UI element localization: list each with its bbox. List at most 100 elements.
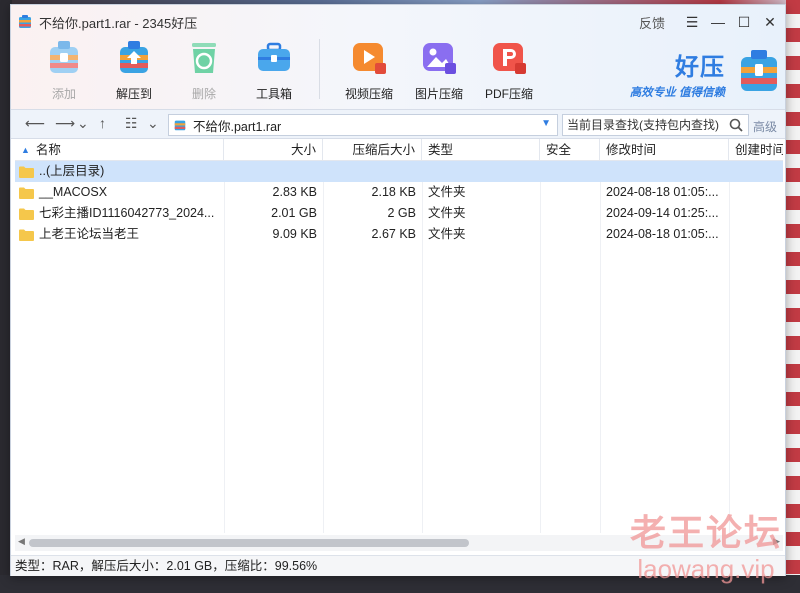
cell-security [540, 203, 600, 224]
cell-name-text: __MACOSX [39, 185, 108, 199]
add-button-label: 添加 [51, 87, 76, 101]
close-icon[interactable]: ✕ [757, 11, 783, 33]
search-icon[interactable] [728, 117, 744, 133]
toolbar-separator [319, 39, 320, 99]
file-row[interactable]: __MACOSX 2.83 KB 2.18 KB 文件夹 2024-08-18 01:0… [15, 182, 783, 203]
pdf-compress-button-label: PDF压缩 [484, 87, 533, 101]
cell-packed-size: 2 GB [323, 203, 422, 224]
window-header: 不给你.part1.rar - 2345好压 反馈 ☰ — ☐ ✕ 添加 解压到… [11, 5, 785, 109]
cell-packed-size: 2.67 KB [323, 224, 422, 245]
column-header-type[interactable]: 类型 [422, 139, 540, 161]
cell-modified [600, 161, 729, 182]
column-header-name-label: 名称 [35, 143, 61, 157]
view-chevron-icon[interactable]: ⌄ [147, 115, 159, 132]
sort-ascending-icon: ▲ [21, 145, 30, 155]
advanced-search-link[interactable]: 高级 [753, 118, 777, 135]
file-row[interactable]: 上老王论坛当老王 9.09 KB 2.67 KB 文件夹 2024-08-18 01:0… [15, 224, 783, 245]
cell-type-text: 文件夹 [428, 185, 466, 199]
column-header-name[interactable]: ▲ 名称 [15, 139, 224, 161]
cell-created [729, 224, 783, 245]
minimize-icon[interactable]: — [705, 11, 731, 33]
cell-created [729, 182, 783, 203]
scrollbar-thumb[interactable] [29, 539, 469, 547]
brand-name: 好压 [675, 54, 725, 81]
history-chevron-icon[interactable]: ⌄ [77, 115, 89, 132]
column-header-size[interactable]: 大小 [224, 139, 323, 161]
cell-created [729, 161, 783, 182]
path-text: 不给你.part1.rar [193, 119, 282, 134]
scroll-left-arrow-icon[interactable]: ◀ [18, 536, 25, 547]
search-field[interactable] [562, 114, 749, 136]
image-compress-icon [423, 43, 456, 74]
delete-button[interactable]: 删除 [169, 37, 239, 105]
pdf-compress-icon [493, 43, 526, 74]
cell-type: 文件夹 [422, 224, 540, 245]
cell-size [224, 161, 323, 182]
cell-name: 上老王论坛当老王 [15, 224, 224, 245]
cell-modified: 2024-09-14 01:25:... [600, 203, 729, 224]
path-dropdown-icon[interactable]: ▼ [541, 118, 551, 129]
maximize-icon[interactable]: ☐ [731, 11, 757, 33]
cell-modified-text: 2024-08-18 01:05:... [606, 227, 719, 241]
recycle-icon [192, 43, 216, 73]
forward-arrow-icon[interactable]: ⟶ [55, 115, 75, 132]
cell-size-text: 2.83 KB [272, 185, 317, 199]
address-bar: ⟵ ⟶ ⌄ ↑ ☷ ⌄ 不给你.part1.rar ▼ 高级 [11, 109, 785, 139]
cell-created [729, 203, 783, 224]
cell-packed-size-text: 2 GB [387, 206, 417, 220]
archive-window: 不给你.part1.rar - 2345好压 反馈 ☰ — ☐ ✕ 添加 解压到… [10, 4, 786, 576]
cell-modified-text: 2024-08-18 01:05:... [606, 185, 719, 199]
app-archive-icon [19, 15, 31, 28]
path-field[interactable]: 不给你.part1.rar ▼ [168, 114, 558, 136]
folder-icon [19, 229, 34, 241]
column-header-packed-size[interactable]: 压缩后大小 [323, 139, 422, 161]
image-compress-button-label: 图片压缩 [414, 87, 463, 101]
menu-icon[interactable]: ☰ [679, 11, 705, 33]
cell-name-text: 七彩主播ID1116042773_2024... [39, 206, 215, 220]
cell-type: 文件夹 [422, 182, 540, 203]
view-mode-icon[interactable]: ☷ [125, 115, 138, 132]
column-header-modified[interactable]: 修改时间 [600, 139, 729, 161]
cell-type-text: 文件夹 [428, 206, 466, 220]
cell-packed-size: 2.18 KB [323, 182, 422, 203]
extract-to-button[interactable]: 解压到 [99, 37, 169, 105]
column-header-created[interactable]: 创建时间 [729, 139, 783, 161]
cell-size: 2.83 KB [224, 182, 323, 203]
cell-packed-size [323, 161, 422, 182]
back-arrow-icon[interactable]: ⟵ [25, 115, 45, 132]
video-compress-button-label: 视频压缩 [344, 87, 393, 101]
toolbox-icon [258, 42, 290, 71]
add-button[interactable]: 添加 [29, 37, 99, 105]
image-compress-button[interactable]: 图片压缩 [404, 37, 474, 105]
column-header-security[interactable]: 安全 [540, 139, 600, 161]
cell-size-text: 2.01 GB [271, 206, 317, 220]
cell-name-text: ..(上层目录) [39, 164, 105, 178]
cell-name-text: 上老王论坛当老王 [39, 227, 140, 241]
cell-type [422, 161, 540, 182]
search-input[interactable] [567, 118, 727, 132]
watermark: 老王论坛 laowang.vip [630, 504, 782, 585]
cell-type-text: 文件夹 [428, 227, 466, 241]
feedback-link[interactable]: 反馈 [639, 13, 665, 32]
brand-logo-icon [741, 50, 777, 91]
watermark-url: laowang.vip [637, 554, 775, 584]
cell-security [540, 182, 600, 203]
brand-slogan: 高效专业 值得信赖 [629, 87, 725, 99]
pdf-compress-button[interactable]: PDF压缩 [474, 37, 544, 105]
toolbox-button[interactable]: 工具箱 [239, 37, 309, 105]
cell-name: 七彩主播ID1116042773_2024... [15, 203, 224, 224]
title-bar: 不给你.part1.rar - 2345好压 [17, 12, 197, 32]
video-compress-button[interactable]: 视频压缩 [334, 37, 404, 105]
extract-icon [120, 41, 148, 73]
brand-block: 好压 高效专业 值得信赖 [630, 47, 725, 100]
cell-security [540, 161, 600, 182]
file-row[interactable]: 七彩主播ID1116042773_2024... 2.01 GB 2 GB 文件夹 20… [15, 203, 783, 224]
cell-size: 2.01 GB [224, 203, 323, 224]
file-row[interactable]: ..(上层目录) [15, 161, 783, 182]
cell-modified-text: 2024-09-14 01:25:... [606, 206, 719, 220]
window-title: 不给你.part1.rar - 2345好压 [39, 15, 198, 31]
file-list: ..(上层目录) __MACOSX 2.83 KB 2.18 KB 文件夹 2024-08… [15, 161, 783, 245]
main-toolbar: 添加 解压到 删除 工具箱 视频压缩 图片压缩 PDF压缩 [29, 37, 544, 105]
up-arrow-icon[interactable]: ↑ [99, 115, 106, 131]
extract-to-button-label: 解压到 [115, 87, 152, 101]
